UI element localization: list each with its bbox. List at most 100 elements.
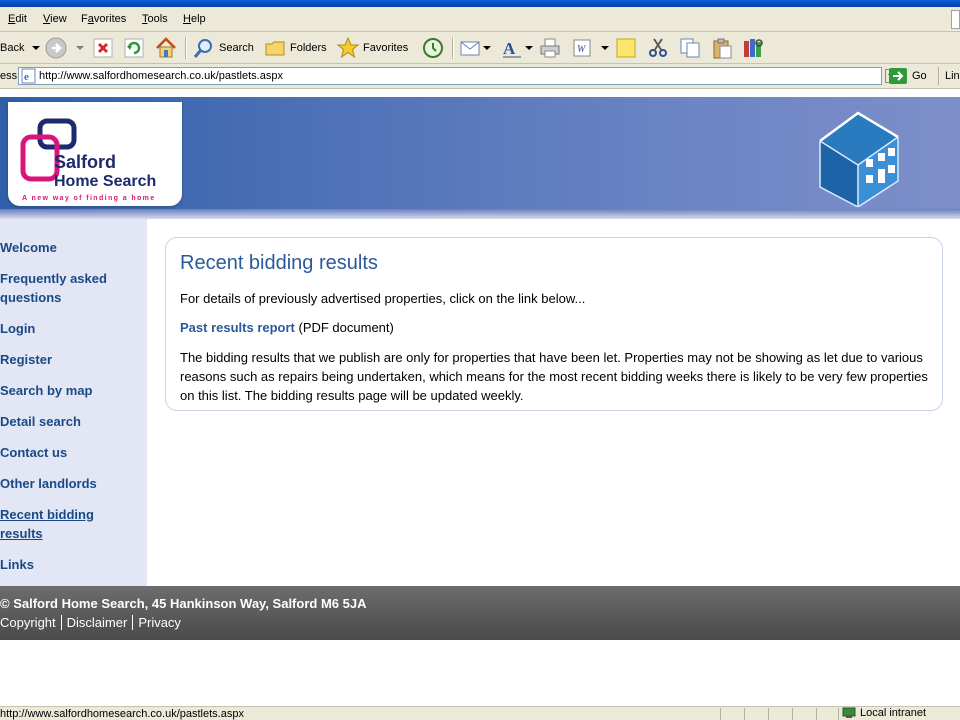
sticky-note-icon — [616, 38, 636, 58]
nav-other-landlords[interactable]: Other landlords — [0, 474, 97, 493]
nav-faq-line1: Frequently asked — [0, 271, 107, 286]
logo-line2: Home Search — [54, 173, 156, 190]
status-pane-divider — [792, 708, 793, 720]
page-footer: © Salford Home Search, 45 Hankinson Way,… — [0, 586, 960, 640]
dropdown-arrow-icon[interactable] — [74, 43, 86, 53]
menu-help[interactable]: Help — [183, 13, 206, 25]
printer-icon — [540, 38, 560, 58]
nav-detail-search[interactable]: Detail search — [0, 412, 81, 431]
menu-view[interactable]: View — [43, 13, 67, 25]
throbber-box — [951, 10, 960, 29]
body-text: The bidding results that we publish are … — [180, 350, 928, 403]
print-button[interactable] — [538, 36, 562, 60]
past-results-report-link[interactable]: Past results report — [180, 320, 295, 335]
status-pane-divider — [768, 708, 769, 720]
links-label: Lin — [945, 70, 960, 82]
folder-icon — [265, 41, 285, 56]
copy-icon — [680, 38, 700, 58]
nav-recent-line2: results — [0, 526, 43, 541]
go-button[interactable]: Go — [889, 67, 927, 85]
nav-register[interactable]: Register — [0, 350, 52, 369]
forward-button[interactable] — [44, 36, 86, 60]
copy-button[interactable] — [678, 36, 702, 60]
nav-login[interactable]: Login — [0, 319, 35, 338]
nav-faq[interactable]: Frequently asked questions — [0, 269, 107, 307]
security-zone: Local intranet — [842, 707, 926, 719]
address-label: ess — [0, 70, 18, 82]
menu-edit[interactable]: Edit — [8, 13, 27, 25]
logo-tagline: A new way of finding a home — [22, 195, 156, 202]
nav-links[interactable]: Links — [0, 555, 34, 574]
dropdown-arrow-icon[interactable] — [482, 43, 492, 53]
star-icon — [336, 36, 360, 59]
svg-text:e: e — [24, 71, 29, 83]
dropdown-arrow-icon[interactable] — [30, 43, 42, 53]
footer-divider — [132, 615, 134, 630]
dropdown-arrow-icon[interactable] — [524, 43, 534, 53]
nav-welcome[interactable]: Welcome — [0, 238, 57, 257]
font-size-icon: A — [503, 39, 521, 58]
toolbar: Back Search Folders Favorites A W — [0, 32, 960, 64]
history-button[interactable] — [421, 36, 445, 60]
dropdown-arrow-icon[interactable] — [600, 43, 610, 53]
nav-search-by-map[interactable]: Search by map — [0, 381, 93, 400]
site-logo[interactable]: Salford Home Search A new way of finding… — [8, 102, 182, 206]
status-pane-divider — [744, 708, 745, 720]
address-bar: ess e http://www.salfordhomesearch.co.uk… — [0, 64, 960, 89]
status-text: http://www.salfordhomesearch.co.uk/pastl… — [0, 708, 244, 720]
clipboard-icon — [713, 38, 732, 59]
refresh-icon — [124, 38, 144, 58]
toolbar-separator — [452, 37, 454, 59]
back-button[interactable]: Back — [0, 36, 42, 60]
home-icon — [156, 37, 176, 58]
nav-recent-bidding-results[interactable]: Recent bidding results — [0, 505, 94, 543]
mail-button[interactable] — [458, 36, 492, 60]
home-button[interactable] — [154, 36, 178, 60]
search-button[interactable]: Search — [192, 36, 254, 60]
mail-icon — [460, 41, 480, 56]
side-navigation: Welcome Frequently asked questions Login … — [0, 219, 147, 586]
address-input[interactable]: e http://www.salfordhomesearch.co.uk/pas… — [18, 67, 899, 85]
footer-disclaimer-link[interactable]: Disclaimer — [67, 615, 128, 630]
paste-button[interactable] — [710, 36, 734, 60]
research-button[interactable] — [741, 36, 765, 60]
font-size-button[interactable]: A — [500, 36, 534, 60]
cut-button[interactable] — [646, 36, 670, 60]
intro-text: For details of previously advertised pro… — [180, 291, 586, 306]
content-panel: Recent bidding results For details of pr… — [165, 237, 943, 411]
back-label: Back — [0, 42, 25, 54]
footer-privacy-link[interactable]: Privacy — [138, 615, 181, 630]
forward-arrow-icon — [45, 37, 67, 59]
history-icon — [423, 38, 443, 58]
menu-favorites[interactable]: Favorites — [81, 13, 126, 25]
toolbar-separator — [185, 37, 187, 59]
favorites-button[interactable]: Favorites — [336, 36, 408, 60]
scissors-icon — [649, 38, 667, 57]
footer-copyright-link[interactable]: Copyright — [0, 615, 56, 630]
menu-bar: Edit View Favorites Tools Help — [0, 7, 960, 32]
folders-button[interactable]: Folders — [263, 36, 327, 60]
books-icon — [744, 39, 763, 57]
footer-links: Copyright Disclaimer Privacy — [0, 615, 181, 630]
menu-tools[interactable]: Tools — [142, 13, 168, 25]
report-link-suffix: (PDF document) — [294, 320, 394, 335]
nav-recent-line1: Recent bidding — [0, 507, 94, 522]
report-link-line: Past results report (PDF document) — [180, 320, 394, 335]
address-url-text: http://www.salfordhomesearch.co.uk/pastl… — [39, 70, 283, 82]
page-title: Recent bidding results — [180, 252, 378, 274]
notes-button[interactable] — [614, 36, 638, 60]
stop-button[interactable] — [92, 36, 114, 60]
logo-line1: Salford — [54, 152, 116, 172]
search-label: Search — [219, 42, 254, 54]
stop-icon — [93, 38, 113, 58]
intranet-zone-icon — [842, 707, 856, 718]
status-pane-divider — [838, 708, 839, 720]
nav-contact-us[interactable]: Contact us — [0, 443, 67, 462]
ie-page-icon: e — [21, 68, 36, 84]
go-arrow-icon — [889, 68, 907, 84]
window-title-bar — [0, 0, 960, 7]
links-button[interactable]: Lin — [938, 67, 960, 85]
refresh-button[interactable] — [123, 36, 145, 60]
zone-label: Local intranet — [860, 707, 927, 719]
edit-button[interactable]: W — [570, 36, 610, 60]
